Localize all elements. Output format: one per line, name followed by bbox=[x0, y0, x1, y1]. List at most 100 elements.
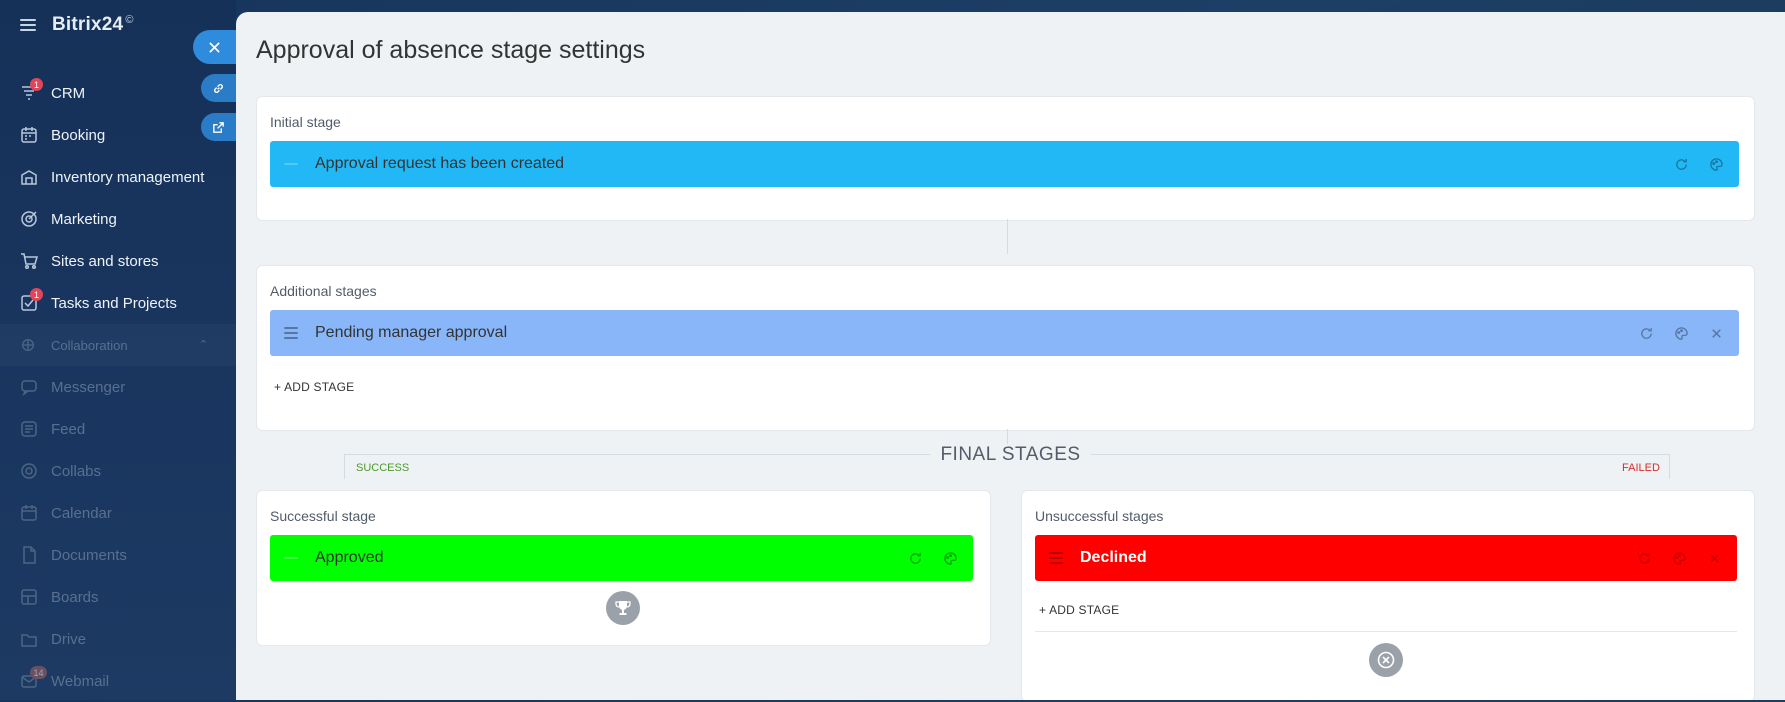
success-label: SUCCESS bbox=[356, 462, 410, 474]
sidebar-item-label: Marketing bbox=[51, 210, 117, 228]
drag-handle-icon[interactable] bbox=[284, 557, 298, 559]
sidebar-item-documents[interactable]: Documents bbox=[0, 534, 236, 576]
sidebar-item-webmail[interactable]: 14 Webmail bbox=[0, 660, 236, 702]
refresh-color-icon[interactable] bbox=[1673, 156, 1690, 173]
calendar-icon bbox=[20, 504, 38, 522]
initial-stage-card: Initial stage Approval request has been … bbox=[256, 96, 1755, 221]
drive-icon bbox=[20, 630, 38, 648]
stage-actions bbox=[1638, 310, 1725, 356]
sidebar-item-drive[interactable]: Drive bbox=[0, 618, 236, 660]
sidebar-item-label: Feed bbox=[51, 420, 86, 438]
sidebar-item-label: CRM bbox=[51, 84, 86, 102]
sidebar-item-label: Inventory management bbox=[51, 168, 205, 186]
sidebar-item-label: Sites and stores bbox=[51, 252, 159, 270]
stage-actions bbox=[907, 535, 959, 581]
refresh-color-icon[interactable] bbox=[907, 550, 924, 567]
refresh-color-icon[interactable] bbox=[1636, 550, 1653, 567]
stage-name[interactable]: Approved bbox=[315, 549, 384, 567]
successful-stage-card: Successful stage Approved bbox=[256, 490, 991, 646]
close-slider-button[interactable] bbox=[193, 30, 236, 64]
group-label: Collaboration bbox=[51, 337, 128, 353]
initial-stage-label: Initial stage bbox=[270, 114, 341, 130]
drag-handle-icon[interactable] bbox=[284, 163, 298, 165]
palette-icon[interactable] bbox=[1673, 325, 1690, 342]
add-stage-button[interactable]: + ADD STAGE bbox=[274, 380, 354, 394]
open-new-window-button[interactable] bbox=[201, 113, 236, 141]
delete-stage-icon[interactable] bbox=[1706, 550, 1723, 567]
unsuccessful-stages-card: Unsuccessful stages Declined + ADD STAGE bbox=[1021, 490, 1755, 700]
stage-name[interactable]: Declined bbox=[1080, 549, 1147, 567]
sidebar-item-boards[interactable]: Boards bbox=[0, 576, 236, 618]
final-stages-title-text: FINAL STAGES bbox=[930, 444, 1091, 465]
sidebar-item-label: Webmail bbox=[51, 672, 110, 690]
stage-settings-panel: Approval of absence stage settings Initi… bbox=[236, 12, 1785, 700]
successful-stage-label: Successful stage bbox=[270, 508, 376, 524]
booking-calendar-icon bbox=[20, 126, 38, 144]
stage-item-pending[interactable]: Pending manager approval bbox=[270, 310, 1739, 356]
tasks-check-icon: 1 bbox=[20, 288, 43, 312]
sidebar-item-crm[interactable]: 1 CRM bbox=[0, 72, 236, 114]
stage-item-approved[interactable]: Approved bbox=[270, 535, 973, 581]
copy-link-button[interactable] bbox=[201, 74, 236, 102]
left-sidebar: Bitrix24 © 1 CRM Booking Inventory manag… bbox=[0, 0, 236, 700]
stage-item-initial[interactable]: Approval request has been created bbox=[270, 141, 1739, 187]
additional-stages-card: Additional stages Pending manager approv… bbox=[256, 265, 1755, 431]
boards-icon bbox=[20, 588, 38, 606]
drag-handle-icon[interactable] bbox=[1049, 552, 1063, 564]
add-stage-button[interactable]: + ADD STAGE bbox=[1039, 603, 1119, 617]
sidebar-item-label: Messenger bbox=[51, 378, 126, 396]
sidebar-item-label: Booking bbox=[51, 126, 106, 144]
sidebar-item-label: Collabs bbox=[51, 462, 102, 480]
collaboration-icon bbox=[20, 336, 38, 354]
link-icon bbox=[214, 83, 223, 93]
divider bbox=[1035, 631, 1737, 632]
sidebar-item-label: Documents bbox=[51, 546, 127, 564]
final-stages-title: FINAL STAGES bbox=[236, 444, 1785, 466]
stage-actions bbox=[1636, 535, 1723, 581]
stage-actions bbox=[1673, 141, 1725, 187]
sidebar-item-feed[interactable]: Feed bbox=[0, 408, 236, 450]
page-title: Approval of absence stage settings bbox=[256, 36, 646, 64]
crm-counter-badge: 1 bbox=[30, 78, 43, 91]
sidebar-item-label: Boards bbox=[51, 588, 99, 606]
stage-name[interactable]: Approval request has been created bbox=[315, 155, 564, 173]
delete-stage-icon[interactable] bbox=[1708, 325, 1725, 342]
refresh-color-icon[interactable] bbox=[1638, 325, 1655, 342]
documents-icon bbox=[20, 546, 38, 564]
logo-clock-icon: © bbox=[125, 14, 134, 26]
menu-burger-icon[interactable] bbox=[20, 19, 36, 31]
additional-stages-label: Additional stages bbox=[270, 283, 377, 299]
unsuccessful-stages-label: Unsuccessful stages bbox=[1035, 508, 1164, 524]
marketing-target-icon bbox=[20, 210, 38, 228]
messenger-icon bbox=[20, 378, 38, 396]
chevron-up-icon[interactable]: ⌃ bbox=[199, 338, 208, 351]
sidebar-item-sites[interactable]: Sites and stores bbox=[0, 240, 236, 282]
cart-icon bbox=[20, 252, 38, 270]
sidebar-item-marketing[interactable]: Marketing bbox=[0, 198, 236, 240]
sidebar-item-label: Calendar bbox=[51, 504, 112, 522]
external-link-icon bbox=[213, 121, 224, 133]
logo-row: Bitrix24 © bbox=[20, 14, 133, 36]
drag-handle-icon[interactable] bbox=[284, 327, 298, 339]
palette-icon[interactable] bbox=[942, 550, 959, 567]
webmail-counter-badge: 14 bbox=[30, 666, 47, 679]
stage-item-declined[interactable]: Declined bbox=[1035, 535, 1737, 581]
sidebar-item-inventory[interactable]: Inventory management bbox=[0, 156, 236, 198]
sidebar-item-collabs[interactable]: Collabs bbox=[0, 450, 236, 492]
sidebar-item-calendar[interactable]: Calendar bbox=[0, 492, 236, 534]
palette-icon[interactable] bbox=[1671, 550, 1688, 567]
sidebar-item-label: Tasks and Projects bbox=[51, 294, 177, 312]
failed-circle-x-icon bbox=[1369, 643, 1403, 677]
trophy-icon bbox=[606, 591, 640, 625]
app-logo[interactable]: Bitrix24 bbox=[52, 14, 123, 36]
palette-icon[interactable] bbox=[1708, 156, 1725, 173]
tasks-counter-badge: 1 bbox=[30, 288, 43, 301]
sidebar-item-messenger[interactable]: Messenger bbox=[0, 366, 236, 408]
sidebar-item-booking[interactable]: Booking bbox=[0, 114, 236, 156]
sidebar-item-tasks[interactable]: 1 Tasks and Projects bbox=[0, 282, 236, 324]
crm-funnel-icon: 1 bbox=[20, 78, 43, 102]
sidebar-item-label: Drive bbox=[51, 630, 87, 648]
close-icon bbox=[209, 41, 220, 53]
sidebar-group-collaboration[interactable]: Collaboration ⌃ bbox=[0, 324, 236, 366]
stage-name[interactable]: Pending manager approval bbox=[315, 324, 507, 342]
